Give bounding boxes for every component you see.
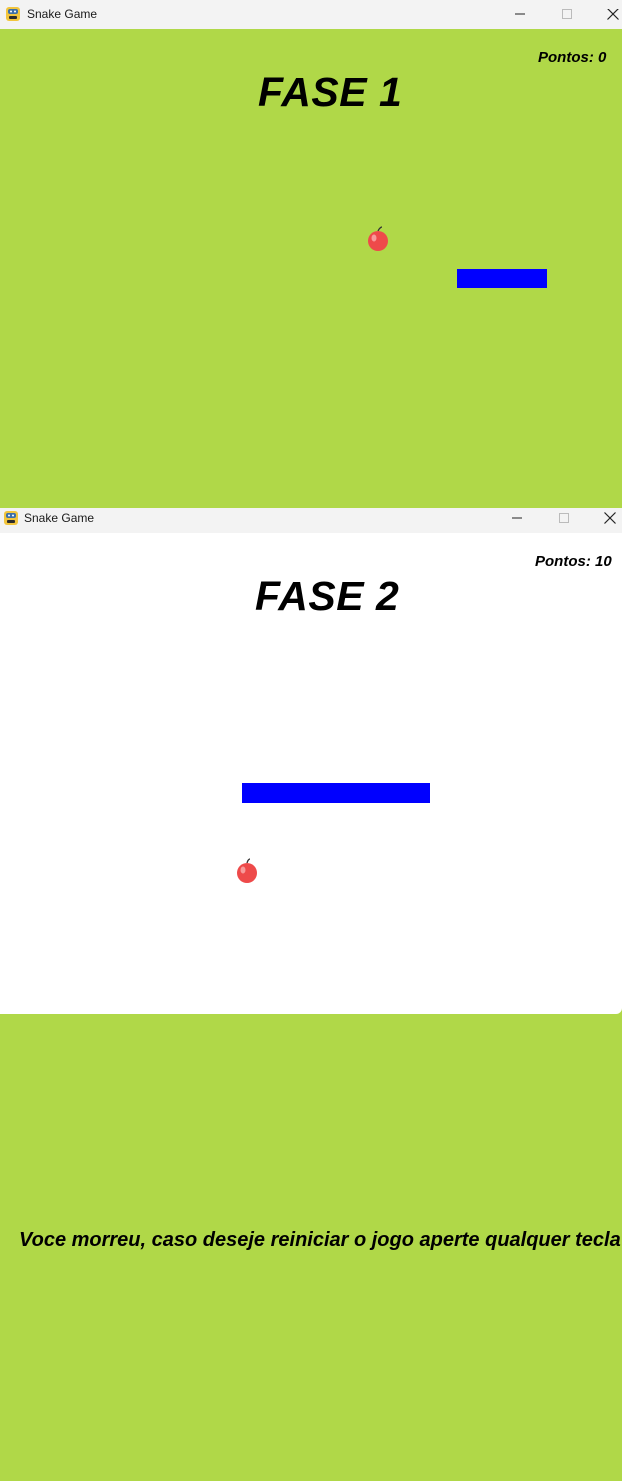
minimize-button[interactable] <box>497 0 543 29</box>
game-window-phase-2: Snake Game Pontos: 10 FASE 2 <box>0 508 622 1014</box>
python-snake-icon <box>3 510 19 526</box>
snake-body <box>242 783 430 803</box>
title-bar[interactable]: Snake Game <box>0 0 622 29</box>
apple-icon <box>235 858 259 884</box>
phase-title: FASE 1 <box>258 69 403 115</box>
close-button[interactable] <box>590 0 622 29</box>
maximize-button[interactable] <box>544 0 590 29</box>
minimize-button[interactable] <box>494 508 540 533</box>
minimize-icon <box>515 13 525 15</box>
apple-icon <box>366 226 390 252</box>
python-snake-icon <box>5 6 21 22</box>
minimize-icon <box>512 517 522 519</box>
score-label: Pontos: 0 <box>538 49 607 66</box>
window-title: Snake Game <box>24 511 95 525</box>
window-title: Snake Game <box>27 7 98 21</box>
maximize-button[interactable] <box>541 508 587 533</box>
close-icon <box>604 512 616 524</box>
game-over-message: Voce morreu, caso deseje reiniciar o jog… <box>19 1229 621 1251</box>
phase-title: FASE 2 <box>255 573 400 619</box>
maximize-icon <box>559 513 569 523</box>
snake-body <box>457 269 547 288</box>
game-canvas: Pontos: 0 FASE 1 <box>0 29 622 509</box>
close-button[interactable] <box>587 508 622 533</box>
close-icon <box>607 9 619 20</box>
game-window-phase-1: Snake Game Pontos: 0 FASE 1 <box>0 0 622 509</box>
title-bar[interactable]: Snake Game <box>0 508 622 533</box>
game-canvas: Pontos: 10 FASE 2 <box>0 533 622 1014</box>
maximize-icon <box>562 9 572 19</box>
game-over-screen: Voce morreu, caso deseje reiniciar o jog… <box>0 1014 622 1481</box>
score-label: Pontos: 10 <box>535 553 612 570</box>
